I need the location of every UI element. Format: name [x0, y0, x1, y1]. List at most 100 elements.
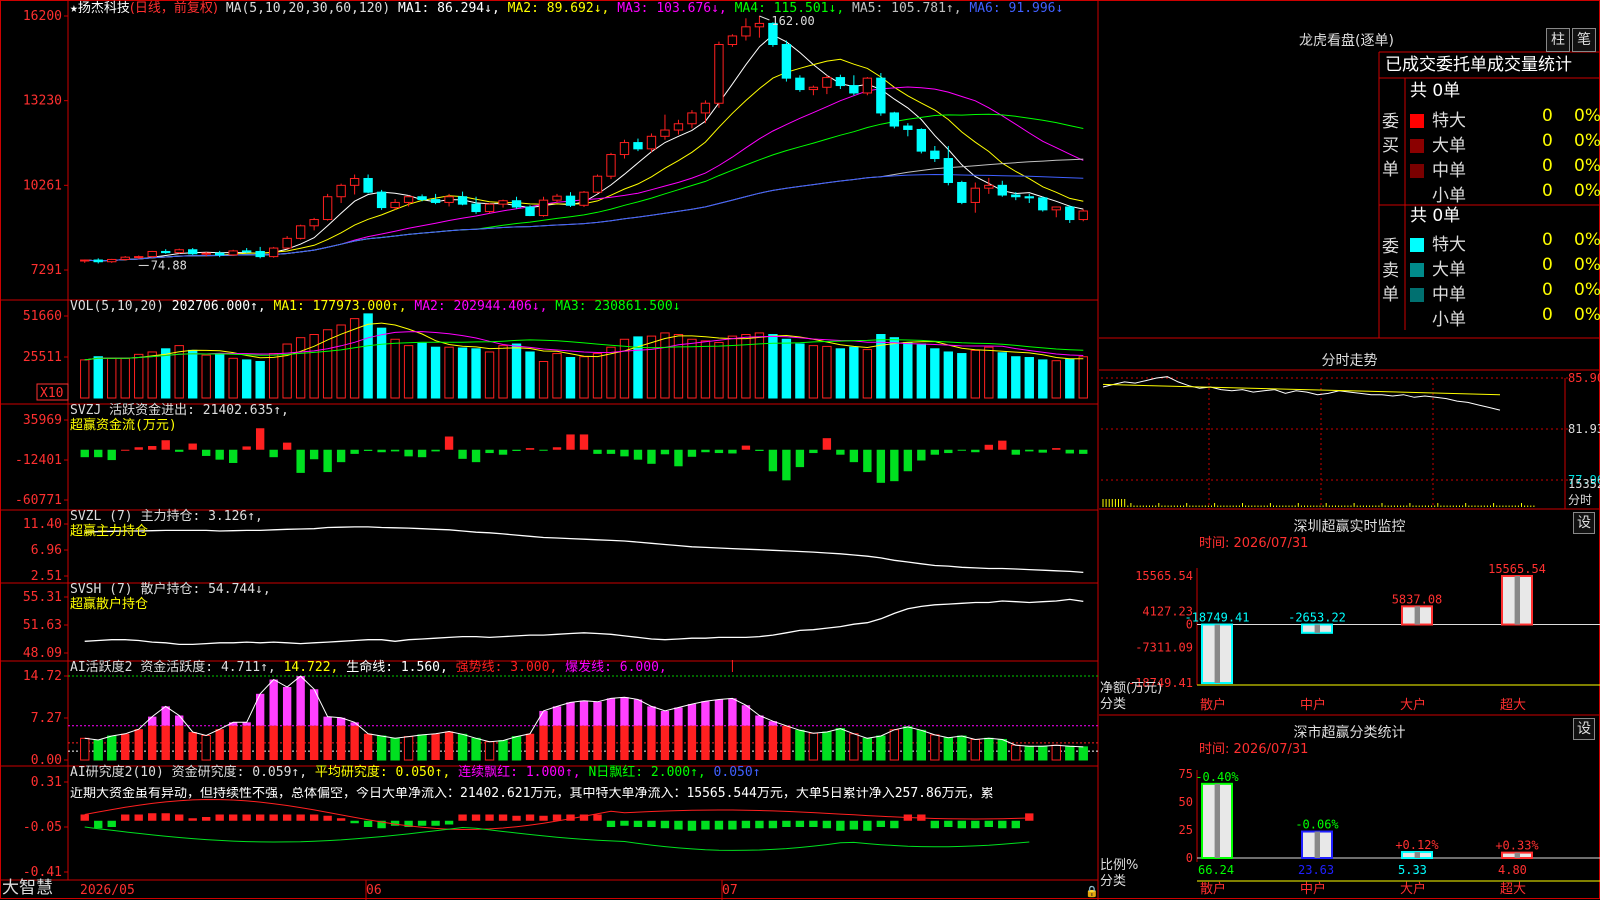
star-icon[interactable]: ★ [70, 1, 78, 16]
sell-total: 共 0单 [1410, 206, 1461, 226]
flow-bar [606, 449, 616, 454]
ai-research-legend: AI研究度2(10) 资金研究度: 0.059↑, 平均研究度: 0.050↑,… [70, 766, 761, 779]
research-bar [647, 820, 656, 827]
right-panel: 龙虎看盘(逐单) 柱 笔 已成交委托单成交量统计 委买单 委卖单 共 0单 共 … [1099, 0, 1600, 900]
active-bar-base [175, 725, 184, 760]
vol-legend: VOL(5,10,20) 202706.000↑, MA1: 177973.00… [70, 300, 681, 313]
vol-bar [1038, 359, 1048, 399]
candle-body [1011, 194, 1021, 198]
research-bar [498, 814, 508, 821]
active-bar-base [579, 725, 589, 760]
cls-settings-button[interactable]: 设 [1573, 718, 1595, 740]
candle-body [714, 44, 724, 104]
research-bar [80, 814, 89, 821]
flow-bar [998, 440, 1007, 450]
tick-view-button[interactable]: 笔 [1572, 28, 1596, 52]
flow-bar [795, 449, 805, 468]
flow-bar [930, 449, 940, 455]
vol-bar [1011, 356, 1021, 399]
svzl-title: 超赢主力持仓 [70, 524, 149, 539]
vol-bar [889, 337, 900, 399]
active-bar-base [782, 725, 791, 760]
ai-research-panel-0: AI研究度2(10) 资金研究度: 0.059↑, [70, 765, 315, 780]
vol-bar [876, 334, 886, 399]
active-bar [930, 734, 940, 761]
candle-body [930, 150, 940, 160]
research-bar [175, 814, 184, 821]
bar-view-button[interactable]: 柱 [1546, 28, 1570, 52]
vol-bar [134, 353, 144, 399]
active-bar [970, 738, 980, 761]
candle-body [241, 250, 252, 253]
sell-rows-swatch [1410, 288, 1424, 302]
research-green-line [84, 826, 1030, 851]
sz-monitor-title: 深圳超赢实时监控 [1293, 519, 1406, 535]
active-bar [1024, 745, 1034, 761]
candle-body [376, 191, 387, 209]
active-bar-base [336, 725, 346, 760]
buy-rows-label: 中单 [1432, 161, 1466, 181]
research-bar [876, 820, 886, 827]
vol-bar [552, 353, 562, 399]
vol-bar [80, 359, 90, 399]
sell-rows-label: 大单 [1432, 260, 1466, 280]
vol-bar [214, 353, 225, 399]
cls-ylabel: 比例% [1100, 858, 1139, 873]
main-position-line [84, 526, 1084, 574]
flow-bar [215, 449, 224, 460]
flow-bar [390, 449, 400, 452]
active-bar-top [674, 707, 683, 726]
flow-bar [498, 449, 508, 455]
chart-header: ★扬杰科技(日线，前复权) MA(5,10,20,30,60,120) MA1:… [70, 2, 1063, 15]
sz-settings-button[interactable]: 设 [1573, 512, 1595, 534]
active-bar-top [701, 701, 710, 726]
active-bar [822, 731, 832, 761]
ai-research-panel-1: 平均研究度: 0.050↑, [314, 765, 459, 780]
vol-bar [295, 337, 306, 399]
buy-rows-pct: 0% [1574, 106, 1600, 126]
vol-tick-0: 51660 [23, 309, 62, 324]
research-bar [458, 814, 467, 821]
flow-bar [1038, 449, 1047, 453]
flow-bar [94, 449, 103, 458]
flow-bar [417, 449, 427, 458]
flow-bar [161, 440, 170, 450]
active-bar-base [606, 725, 616, 760]
candle-body [687, 112, 697, 125]
flow-bar [890, 449, 899, 482]
ai-comment: 近期大资金虽有异动，但持续性不强，总体偏空，今日大单净流入：21402.621万… [70, 787, 994, 800]
research-bar [512, 815, 521, 821]
active-bar-base [323, 725, 332, 760]
research-bar [242, 814, 251, 821]
candle-body [336, 184, 346, 198]
price-tick-0: 16200 [23, 9, 62, 24]
vol-bar [592, 353, 603, 399]
vol-panel-2: MA2: 202944.406↓, [414, 299, 556, 314]
stats-title: 已成交委托单成交量统计 [1385, 55, 1572, 75]
candle-body [592, 175, 603, 193]
flow-bar [323, 449, 332, 473]
sell-rows-value: 0 [1542, 305, 1553, 325]
candle-body [1024, 196, 1034, 199]
flow-bar [202, 449, 211, 456]
vol-title: VOL(5,10,20) [70, 299, 164, 314]
vol-bar [903, 341, 913, 399]
flow-bar [309, 449, 319, 460]
svzj-tick-2: -60771 [15, 493, 62, 508]
ma-line-1 [84, 34, 1084, 262]
active-bar-top [552, 706, 562, 726]
vol-bar [376, 327, 387, 399]
vol-bar [120, 357, 130, 399]
svzl-legend: SVZL (7) 主力持仓: 3.126↑, [70, 509, 263, 524]
lock-icon[interactable]: 🔒 [1085, 886, 1099, 897]
ai-active-tick-1: 7.27 [31, 711, 62, 726]
active-bar-base [593, 725, 602, 760]
buy-rows-label: 特大 [1432, 111, 1466, 131]
candle-body [565, 195, 576, 206]
flow-bar [876, 449, 886, 483]
flow-bar [471, 449, 481, 463]
buy-rows-row: 特大 0 0% [1410, 106, 1600, 131]
active-bar [876, 735, 886, 761]
research-bar [660, 820, 670, 829]
active-bar-base [633, 725, 643, 760]
